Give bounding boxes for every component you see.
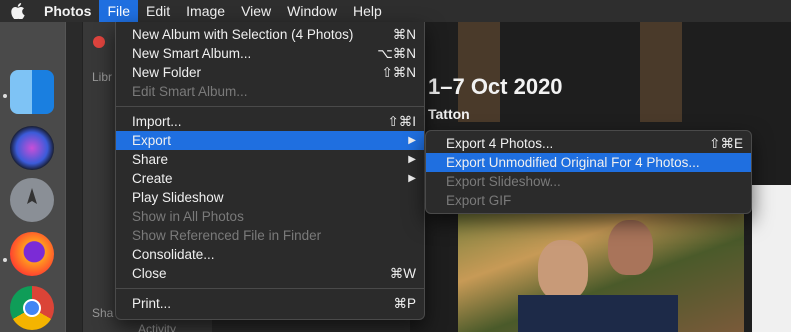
- submenu-arrow-icon: ▶: [408, 135, 416, 146]
- dock-running-dot: [3, 94, 7, 98]
- menu-item-new-folder[interactable]: New Folder ⇧⌘N: [116, 63, 424, 82]
- menu-item-label: Play Slideshow: [132, 190, 224, 205]
- menu-file[interactable]: File: [99, 0, 139, 22]
- finder-icon[interactable]: [10, 70, 54, 114]
- launchpad-icon[interactable]: [10, 178, 54, 222]
- file-menu: New Album with Selection (4 Photos) ⌘N N…: [115, 22, 425, 320]
- photo-thumbnail[interactable]: [640, 22, 682, 122]
- shortcut-label: ⇧⌘I: [387, 113, 416, 129]
- menu-item-close[interactable]: Close ⌘W: [116, 264, 424, 283]
- menu-item-new-album-selection[interactable]: New Album with Selection (4 Photos) ⌘N: [116, 25, 424, 44]
- shortcut-label: ⌘N: [392, 26, 416, 42]
- menu-item-label: Show Referenced File in Finder: [132, 228, 322, 243]
- sidebar-item-activity[interactable]: Activity: [138, 322, 176, 332]
- menu-item-share[interactable]: Share ▶: [116, 150, 424, 169]
- menu-item-label: Export: [132, 133, 172, 148]
- menu-item-label: Edit Smart Album...: [132, 84, 248, 99]
- menu-item-print[interactable]: Print... ⌘P: [116, 294, 424, 313]
- shortcut-label: ⌘W: [389, 265, 416, 281]
- menu-item-label: Import...: [132, 114, 182, 129]
- dock-running-dot: [3, 258, 7, 262]
- menu-item-show-referenced-file: Show Referenced File in Finder: [116, 226, 424, 245]
- menu-item-label: Export Unmodified Original For 4 Photos.…: [446, 155, 700, 170]
- menu-item-label: New Album with Selection (4 Photos): [132, 27, 354, 42]
- menu-item-edit-smart-album: Edit Smart Album...: [116, 82, 424, 101]
- close-window-icon[interactable]: [93, 36, 105, 48]
- export-submenu: Export 4 Photos... ⇧⌘E Export Unmodified…: [425, 130, 752, 214]
- menu-window[interactable]: Window: [279, 0, 345, 22]
- moment-location[interactable]: Tatton: [428, 106, 470, 122]
- submenu-arrow-icon: ▶: [408, 173, 416, 184]
- shortcut-label: ⌥⌘N: [377, 45, 416, 61]
- menu-item-label: New Smart Album...: [132, 46, 252, 61]
- menu-item-label: Export 4 Photos...: [446, 136, 554, 151]
- menu-image[interactable]: Image: [178, 0, 233, 22]
- menu-item-label: Export GIF: [446, 193, 512, 208]
- menu-item-label: Print...: [132, 296, 172, 311]
- menu-item-show-in-all-photos: Show in All Photos: [116, 207, 424, 226]
- firefox-icon[interactable]: [10, 232, 54, 276]
- menu-view[interactable]: View: [233, 0, 279, 22]
- photo-couple[interactable]: [458, 200, 744, 332]
- submenu-item-export-slideshow: Export Slideshow...: [426, 172, 751, 191]
- moment-title: 1–7 Oct 2020: [428, 74, 563, 99]
- shortcut-label: ⇧⌘N: [381, 64, 416, 80]
- menu-item-consolidate[interactable]: Consolidate...: [116, 245, 424, 264]
- sidebar-section-shared: Sha: [92, 306, 114, 320]
- submenu-arrow-icon: ▶: [408, 154, 416, 165]
- menu-help[interactable]: Help: [345, 0, 390, 22]
- submenu-item-export-photos[interactable]: Export 4 Photos... ⇧⌘E: [426, 134, 751, 153]
- dock: [0, 22, 66, 332]
- submenu-item-export-gif: Export GIF: [426, 191, 751, 210]
- menu-item-label: Close: [132, 266, 167, 281]
- menu-item-import[interactable]: Import... ⇧⌘I: [116, 112, 424, 131]
- menu-item-label: Consolidate...: [132, 247, 215, 262]
- menu-bar: Photos File Edit Image View Window Help: [0, 0, 791, 22]
- menu-separator: [116, 106, 424, 107]
- shortcut-label: ⇧⌘E: [709, 135, 743, 151]
- apple-menu-icon[interactable]: [0, 0, 36, 22]
- shortcut-label: ⌘P: [393, 295, 416, 311]
- menu-item-create[interactable]: Create ▶: [116, 169, 424, 188]
- siri-icon[interactable]: [10, 126, 54, 170]
- menu-item-label: Show in All Photos: [132, 209, 244, 224]
- menu-photos[interactable]: Photos: [36, 0, 99, 22]
- sidebar-section-library: Libr: [92, 70, 113, 84]
- menu-item-label: New Folder: [132, 65, 202, 80]
- photo-thumbnail[interactable]: [752, 185, 791, 332]
- submenu-item-export-unmodified[interactable]: Export Unmodified Original For 4 Photos.…: [426, 153, 751, 172]
- chrome-icon[interactable]: [10, 286, 54, 330]
- menu-item-label: Export Slideshow...: [446, 174, 561, 189]
- menu-item-new-smart-album[interactable]: New Smart Album... ⌥⌘N: [116, 44, 424, 63]
- menu-item-export[interactable]: Export ▶: [116, 131, 424, 150]
- menu-item-label: Share: [132, 152, 169, 167]
- menu-item-play-slideshow[interactable]: Play Slideshow: [116, 188, 424, 207]
- menu-edit[interactable]: Edit: [138, 0, 178, 22]
- menu-separator: [116, 288, 424, 289]
- menu-item-label: Create: [132, 171, 173, 186]
